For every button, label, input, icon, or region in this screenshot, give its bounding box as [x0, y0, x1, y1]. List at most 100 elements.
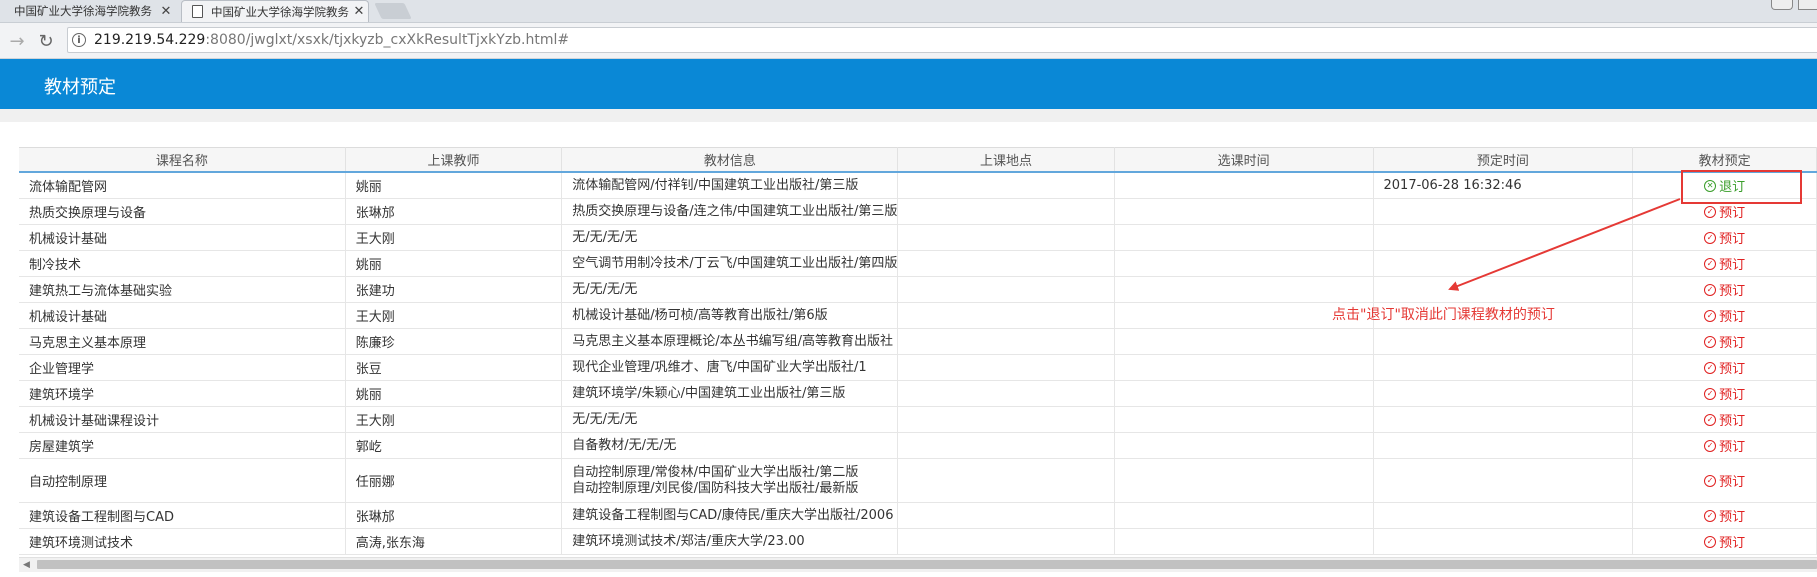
table-header-row: 课程名称 上课教师 教材信息 上课地点 选课时间 预定时间 教材预定 [19, 147, 1817, 173]
action-label: 预订 [1719, 232, 1746, 247]
table-row: 企业管理学 张豆 现代企业管理/巩维才、唐飞/中国矿业大学出版社/1 ✓ 预订 [19, 354, 1817, 381]
reserve-button[interactable]: ✓ 预订 [1704, 532, 1745, 551]
header-reservation-action[interactable]: 教材预定 [1632, 147, 1817, 173]
check-circle-icon: ✓ [1704, 387, 1717, 400]
table-row: 房屋建筑学 郭屹 自备教材/无/无/无 ✓ 预订 [19, 432, 1817, 459]
header-teacher[interactable]: 上课教师 [345, 147, 563, 173]
location-cell [897, 328, 1115, 355]
document-icon [192, 5, 203, 18]
selection-time-cell [1114, 380, 1374, 407]
reservation-time-cell [1373, 432, 1634, 459]
textbook-line: 自动控制原理/刘民俊/国防科技大学出版社/最新版 [572, 480, 859, 496]
teacher-cell: 张琳邡 [345, 198, 563, 225]
close-tab-icon[interactable]: ✕ [350, 4, 368, 19]
header-course-name[interactable]: 课程名称 [19, 147, 346, 173]
header-selection-time[interactable]: 选课时间 [1114, 147, 1374, 173]
location-cell [897, 380, 1115, 407]
textbook-line: 建筑环境学/朱颖心/中国建筑工业出版社/第三版 [572, 385, 846, 401]
action-label: 预订 [1719, 310, 1746, 325]
header-reservation-time[interactable]: 预定时间 [1373, 147, 1634, 173]
check-circle-icon: ✓ [1704, 231, 1717, 244]
tab-title: 中国矿业大学徐海学院教务 [14, 4, 152, 18]
reservation-time-cell [1373, 458, 1634, 503]
location-cell [897, 528, 1115, 555]
new-tab-button[interactable] [374, 3, 412, 19]
reserve-button[interactable]: ✓ 预订 [1704, 506, 1745, 525]
scroll-left-icon[interactable]: ◀ [23, 560, 30, 570]
course-name-cell: 房屋建筑学 [19, 432, 346, 459]
reserve-button[interactable]: ✓ 预订 [1704, 254, 1745, 273]
page-header-banner: 教材预定 [0, 59, 1817, 109]
check-circle-icon: ✓ [1704, 535, 1717, 548]
reservation-time-cell [1373, 276, 1634, 303]
url-path: :8080/jwglxt/xsxk/tjxkyzb_cxXkResultTjxk… [205, 32, 570, 48]
selection-time-cell [1114, 276, 1374, 303]
course-name-cell: 机械设计基础 [19, 302, 346, 329]
textbook-info-cell: 建筑设备工程制图与CAD/康侍民/重庆大学出版社/2006 [561, 502, 899, 529]
table-row: 建筑设备工程制图与CAD 张琳邡 建筑设备工程制图与CAD/康侍民/重庆大学出版社/… [19, 502, 1817, 529]
check-circle-icon: ✓ [1704, 335, 1717, 348]
reserve-button[interactable]: ✓ 预订 [1704, 306, 1745, 325]
table-row: 机械设计基础 王大刚 无/无/无/无 ✓ 预订 [19, 224, 1817, 251]
reserve-button[interactable]: ✓ 预订 [1704, 384, 1745, 403]
action-label: 预订 [1719, 510, 1746, 525]
textbook-line: 空气调节用制冷技术/丁云飞/中国建筑工业出版社/第四版 [572, 255, 898, 271]
url-host: 219.219.54.229 [94, 32, 206, 48]
course-name-cell: 建筑热工与流体基础实验 [19, 276, 346, 303]
horizontal-scrollbar[interactable]: ◀ [19, 557, 1817, 572]
header-textbook-info[interactable]: 教材信息 [561, 147, 899, 173]
reservation-action-cell: ✓ 预订 [1632, 276, 1817, 303]
textbook-info-cell: 无/无/无/无 [561, 224, 899, 251]
textbook-line: 自备教材/无/无/无 [572, 437, 677, 453]
check-circle-icon: ✓ [1704, 257, 1717, 270]
reservation-action-cell: ✓ 预订 [1632, 354, 1817, 381]
reservation-time-cell [1373, 528, 1634, 555]
reserve-button[interactable]: ✓ 预订 [1704, 471, 1745, 490]
scrollbar-thumb[interactable] [37, 560, 1817, 569]
reservation-time-cell [1373, 328, 1634, 355]
location-cell [897, 172, 1115, 199]
reservation-time-cell [1373, 250, 1634, 277]
reserve-button[interactable]: ✓ 预订 [1704, 436, 1745, 455]
reserve-button[interactable]: ✓ 预订 [1704, 410, 1745, 429]
selection-time-cell [1114, 432, 1374, 459]
reserve-button[interactable]: ✓ 预订 [1704, 332, 1745, 351]
browser-tab-active[interactable]: 中国矿业大学徐海学院教务 ✕ [181, 0, 369, 22]
selection-time-cell [1114, 172, 1374, 199]
teacher-cell: 张琳邡 [345, 502, 563, 529]
reserve-button[interactable]: ✓ 预订 [1704, 202, 1745, 221]
selection-time-cell [1114, 250, 1374, 277]
textbook-info-cell: 自动控制原理/常俊林/中国矿业大学出版社/第二版 自动控制原理/刘民俊/国防科技大… [561, 458, 899, 503]
teacher-cell: 张建功 [345, 276, 563, 303]
header-location[interactable]: 上课地点 [897, 147, 1115, 173]
reserve-button[interactable]: ✓ 预订 [1704, 280, 1745, 299]
table-row: 热质交换原理与设备 张琳邡 热质交换原理与设备/连之伟/中国建筑工业出版社/第三版 ✓… [19, 198, 1817, 225]
location-cell [897, 502, 1115, 529]
textbook-info-cell: 机械设计基础/杨可桢/高等教育出版社/第6版 [561, 302, 899, 329]
check-circle-icon: ✓ [1704, 309, 1717, 322]
location-cell [897, 224, 1115, 251]
textbook-info-cell: 流体输配管网/付祥钊/中国建筑工业出版社/第三版 [561, 172, 899, 199]
action-label: 预订 [1719, 336, 1746, 351]
reserve-button[interactable]: ✓ 预订 [1704, 358, 1745, 377]
action-label: 预订 [1719, 440, 1746, 455]
info-icon[interactable]: i [72, 33, 86, 47]
profile-icon[interactable] [1771, 0, 1793, 10]
table-row: 自动控制原理 任丽娜 自动控制原理/常俊林/中国矿业大学出版社/第二版 自动控制原理/… [19, 458, 1817, 503]
textbook-info-cell: 建筑环境测试技术/郑洁/重庆大学/23.00 [561, 528, 899, 555]
window-control-icon[interactable] [1798, 0, 1817, 10]
tab-title: 中国矿业大学徐海学院教务 [211, 4, 349, 19]
textbook-line: 无/无/无/无 [572, 411, 638, 427]
location-cell [897, 198, 1115, 225]
reservation-action-cell: ✓ 预订 [1632, 224, 1817, 251]
check-circle-icon: ✓ [1704, 474, 1717, 487]
forward-arrow-icon[interactable]: → [5, 29, 29, 53]
reload-icon[interactable]: ↻ [34, 29, 58, 53]
selection-time-cell [1114, 406, 1374, 433]
reserve-button[interactable]: ✓ 预订 [1704, 228, 1745, 247]
browser-tab[interactable]: 中国矿业大学徐海学院教务 ✕ [0, 0, 175, 22]
address-bar[interactable]: i 219.219.54.229:8080/jwglxt/xsxk/tjxkyz… [67, 27, 1817, 53]
textbook-line: 无/无/无/无 [572, 229, 638, 245]
close-tab-icon[interactable]: ✕ [157, 4, 175, 19]
reservation-time-cell [1373, 406, 1634, 433]
